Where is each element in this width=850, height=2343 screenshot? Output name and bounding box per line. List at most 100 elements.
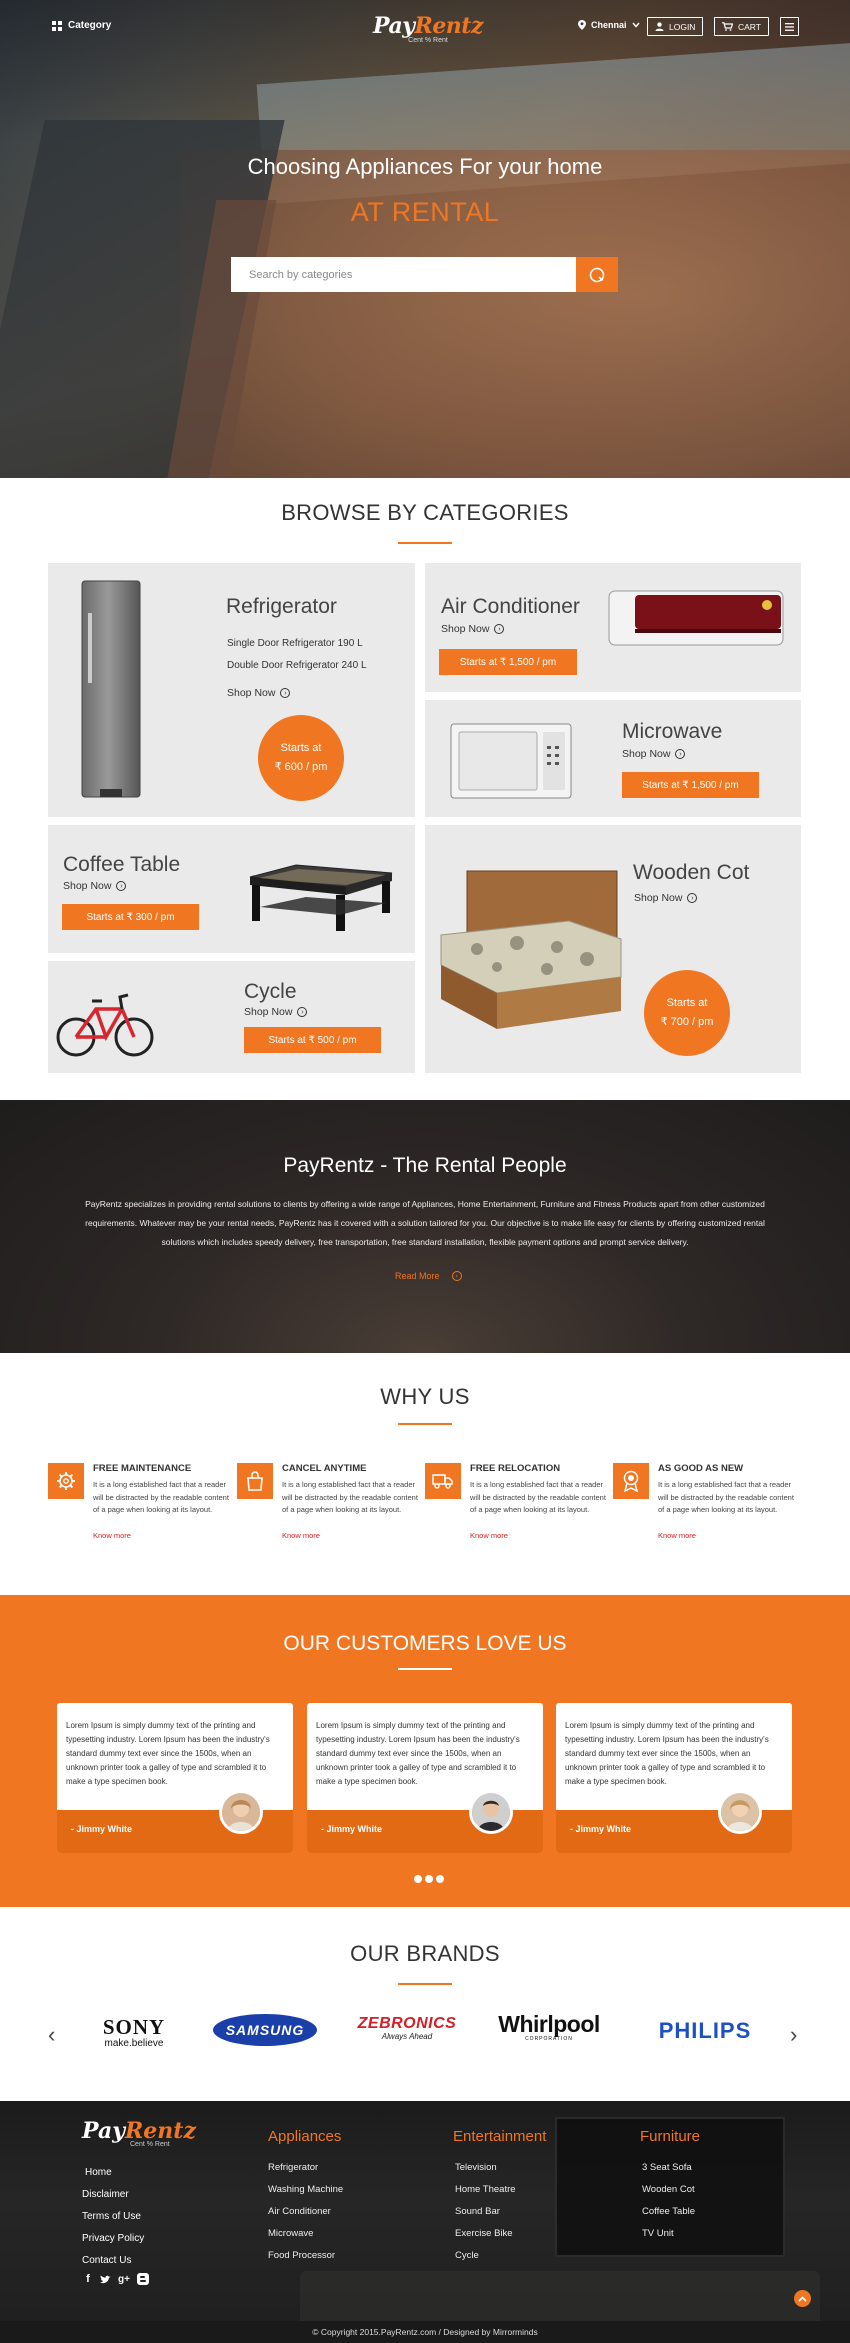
footer-appliances-title: Appliances <box>268 2128 342 2145</box>
why-us-underline <box>398 1423 452 1425</box>
chevron-right-icon: › <box>687 893 698 903</box>
footer-nav-privacy[interactable]: Privacy Policy <box>82 2233 144 2244</box>
footer-entertainment-item[interactable]: Home Theatre <box>455 2184 516 2195</box>
refrigerator-item-2[interactable]: Double Door Refrigerator 240 L <box>227 660 367 671</box>
category-card-coffee-table[interactable]: Coffee Table Shop Now › Starts at ₹ 300 /… <box>48 825 415 953</box>
category-card-microwave[interactable]: Microwave Shop Now › Starts at ₹ 1,500 / … <box>425 700 801 817</box>
price-line-2: ₹ 700 / pm <box>660 1016 714 1028</box>
footer-logo[interactable]: PayRentz Cent % Rent <box>82 2118 196 2148</box>
location-pin-icon <box>578 20 586 30</box>
refrigerator-shop-now[interactable]: Shop Now › <box>227 687 291 699</box>
wooden-cot-title: Wooden Cot <box>633 861 750 884</box>
copyright-bar: © Copyright 2015.PayRentz.com / Designed… <box>0 2321 850 2343</box>
sony-logo-text: SONY <box>102 2015 166 2039</box>
search-button[interactable] <box>576 257 618 292</box>
testimonial-card: Lorem Ipsum is simply dummy text of the … <box>556 1703 792 1853</box>
samsung-logo-text: SAMSUNG <box>213 2014 317 2046</box>
know-more-link[interactable]: Know more <box>658 1531 696 1540</box>
category-card-air-conditioner[interactable]: Air Conditioner Shop Now › Starts at ₹ 1,… <box>425 563 801 692</box>
footer-nav-home[interactable]: Home <box>85 2167 112 2178</box>
footer-entertainment-item[interactable]: Sound Bar <box>455 2206 500 2217</box>
brands-prev-arrow[interactable]: ‹ <box>48 2022 55 2048</box>
know-more-link[interactable]: Know more <box>282 1531 320 1540</box>
category-menu[interactable]: Category <box>52 20 111 31</box>
footer-appliances-item[interactable]: Food Processor <box>268 2250 335 2261</box>
footer-furniture-item[interactable]: Coffee Table <box>642 2206 695 2217</box>
twitter-icon[interactable] <box>99 2273 111 2285</box>
categories-title: BROWSE BY CATEGORIES <box>281 500 569 525</box>
know-more-link[interactable]: Know more <box>93 1531 131 1540</box>
shop-now-label: Shop Now <box>634 892 683 904</box>
cycle-image <box>56 993 154 1057</box>
why-item-title: FREE MAINTENANCE <box>93 1463 192 1474</box>
chevron-right-icon: › <box>116 881 127 891</box>
whirlpool-logo-text: Whirlpool <box>498 2011 600 2037</box>
about-section: PayRentz - The Rental People PayRentz sp… <box>0 1100 850 1353</box>
carousel-dot[interactable] <box>414 1875 422 1883</box>
city-selector[interactable]: Chennai <box>578 20 640 30</box>
google-plus-icon[interactable]: g+ <box>118 2273 130 2285</box>
testimonials-underline <box>398 1668 452 1670</box>
category-card-refrigerator[interactable]: Refrigerator Single Door Refrigerator 19… <box>48 563 415 817</box>
zebronics-tagline: Always Ahead <box>381 2032 433 2041</box>
footer-appliances-item[interactable]: Washing Machine <box>268 2184 343 2195</box>
microwave-shop-now[interactable]: Shop Now › <box>622 748 686 760</box>
footer-appliances-item[interactable]: Refrigerator <box>268 2162 318 2173</box>
blogger-icon[interactable] <box>137 2273 149 2285</box>
footer-appliances-item[interactable]: Microwave <box>268 2228 313 2239</box>
testimonial-name: - Jimmy White <box>570 1824 632 1834</box>
read-more-link[interactable]: Read More › <box>395 1271 462 1281</box>
footer-appliances-item[interactable]: Air Conditioner <box>268 2206 331 2217</box>
menu-button[interactable] <box>780 17 799 36</box>
brands-next-arrow[interactable]: › <box>790 2022 797 2048</box>
coffee-table-price: Starts at ₹ 300 / pm <box>62 904 199 930</box>
avatar <box>469 1790 513 1834</box>
scroll-to-top-button[interactable] <box>794 2290 811 2307</box>
carousel-dot[interactable] <box>436 1875 444 1883</box>
cart-button[interactable]: CART <box>714 17 769 36</box>
cycle-shop-now[interactable]: Shop Now › <box>244 1006 308 1018</box>
air-conditioner-shop-now[interactable]: Shop Now › <box>441 623 505 635</box>
wooden-cot-shop-now[interactable]: Shop Now › <box>634 892 698 904</box>
category-card-wooden-cot[interactable]: Wooden Cot Shop Now › Starts at ₹ 700 / p… <box>425 825 801 1073</box>
login-button[interactable]: LOGIN <box>647 17 704 36</box>
coffee-table-image <box>249 864 393 931</box>
refrigerator-item-1[interactable]: Single Door Refrigerator 190 L <box>227 638 363 649</box>
footer-nav-terms[interactable]: Terms of Use <box>82 2211 141 2222</box>
footer-entertainment-item[interactable]: Television <box>455 2162 497 2173</box>
brand-whirlpool[interactable]: Whirlpool CORPORATION <box>494 2011 604 2042</box>
cycle-title: Cycle <box>244 980 297 1003</box>
footer-nav-disclaimer[interactable]: Disclaimer <box>82 2189 129 2200</box>
brand-philips[interactable]: PHILIPS <box>640 2018 770 2044</box>
price-line-1: Starts at <box>280 742 322 754</box>
testimonial-text: Lorem Ipsum is simply dummy text of the … <box>66 1721 270 1786</box>
footer-entertainment-item[interactable]: Exercise Bike <box>455 2228 513 2239</box>
footer-furniture-title: Furniture <box>640 2128 701 2145</box>
category-card-cycle[interactable]: Cycle Shop Now › Starts at ₹ 500 / pm <box>48 961 415 1073</box>
cart-icon <box>722 22 733 31</box>
coffee-table-shop-now[interactable]: Shop Now › <box>63 880 127 892</box>
carousel-dot[interactable] <box>425 1875 433 1883</box>
brand-zebronics[interactable]: ZEBRONICS Always Ahead <box>355 2015 459 2041</box>
cart-label: CART <box>738 21 761 32</box>
why-item-title: AS GOOD AS NEW <box>658 1463 744 1474</box>
know-more-link[interactable]: Know more <box>470 1531 508 1540</box>
footer-nav-contact[interactable]: Contact Us <box>82 2255 131 2266</box>
search-input[interactable] <box>231 257 576 292</box>
microwave-price: Starts at ₹ 1,500 / pm <box>622 772 759 798</box>
footer-furniture-item[interactable]: Wooden Cot <box>642 2184 695 2195</box>
brand-sony[interactable]: SONY make.believe <box>88 2015 180 2049</box>
coffee-table-title: Coffee Table <box>63 853 181 876</box>
logo[interactable]: PayRentz Cent % Rent <box>373 13 483 49</box>
facebook-icon[interactable]: f <box>82 2273 94 2285</box>
why-item-text: It is a long established fact that a rea… <box>470 1480 606 1514</box>
chevron-right-icon: › <box>675 749 686 759</box>
footer-furniture-item[interactable]: 3 Seat Sofa <box>642 2162 692 2173</box>
brand-samsung[interactable]: SAMSUNG <box>213 2014 317 2046</box>
user-icon <box>655 22 664 31</box>
footer-entertainment-item[interactable]: Cycle <box>455 2250 479 2261</box>
footer-furniture-item[interactable]: TV Unit <box>642 2228 674 2239</box>
microwave-image <box>450 723 572 799</box>
about-title: PayRentz - The Rental People <box>283 1154 567 1177</box>
hero-title: Choosing Appliances For your home <box>247 154 603 179</box>
